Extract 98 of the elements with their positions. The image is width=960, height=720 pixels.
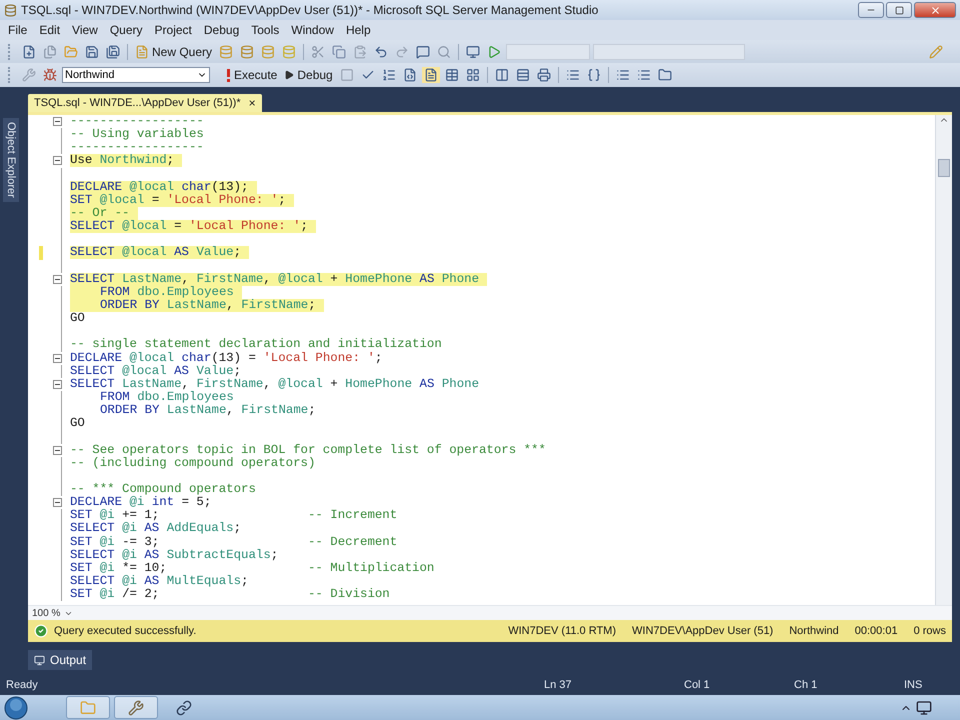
link-icon — [176, 700, 192, 716]
monitor-icon[interactable] — [466, 44, 480, 58]
collapse-icon[interactable] — [53, 498, 62, 508]
code-line: SET @i *= 10; -- Multiplication — [70, 562, 434, 575]
status-field: 00:00:01 — [854, 625, 898, 637]
status-field: WIN7DEV\AppDev User (51) — [632, 625, 774, 637]
output-tab[interactable]: Output — [28, 650, 92, 670]
collapse-icon[interactable] — [53, 354, 62, 363]
collapse-icon[interactable] — [53, 446, 62, 455]
code-line: DECLARE @i int = 5; — [70, 496, 212, 510]
scroll-thumb[interactable] — [938, 159, 950, 177]
folder-icon[interactable] — [658, 68, 672, 82]
file-code-icon[interactable] — [402, 68, 417, 82]
menu-item[interactable]: Edit — [33, 23, 66, 37]
window-title: TSQL.sql - WIN7DEV.Northwind (WIN7DEV\AppDev User (51))* - Microsoft SQL Server Management Studio — [21, 3, 600, 17]
grid-icon[interactable] — [466, 68, 480, 82]
table-icon[interactable] — [444, 68, 459, 82]
copy-icon[interactable] — [332, 44, 346, 58]
wrench-icon — [128, 700, 144, 716]
monitor-icon — [34, 654, 45, 666]
code-line: ------------------ — [70, 115, 204, 128]
menu-item[interactable]: View — [66, 23, 104, 37]
code-line: SET @i -= 3; -- Decrement — [70, 536, 398, 549]
database-dropdown[interactable]: Northwind — [62, 67, 210, 83]
tab-close-button[interactable]: × — [248, 96, 256, 110]
play-icon[interactable] — [487, 44, 502, 58]
success-icon — [34, 624, 48, 638]
vertical-scrollbar[interactable] — [935, 115, 952, 605]
code-line: DECLARE @local char(13) = 'Local Phone: '; — [70, 352, 382, 365]
status-field: Northwind — [789, 625, 839, 637]
status-field: Ch 1 — [794, 679, 904, 691]
new-file-icon[interactable] — [22, 44, 36, 58]
status-text: Ready — [6, 679, 39, 691]
code-line: SET @i /= 2; -- Division — [70, 588, 390, 602]
folder-icon — [80, 700, 96, 716]
collapse-icon[interactable] — [53, 380, 62, 389]
results-to-file-button[interactable] — [422, 67, 440, 83]
menu-item[interactable]: Help — [340, 23, 377, 37]
collapse-icon[interactable] — [53, 274, 62, 284]
execute-button[interactable]: Execute — [224, 67, 280, 83]
code-line: GO — [70, 312, 85, 326]
code-line: SELECT @i AS MultEquals; — [70, 574, 248, 588]
code-line: -- single statement declaration and initialization — [70, 338, 442, 352]
close-button[interactable] — [914, 2, 956, 18]
code-line: SELECT LastName, FirstName, @local + HomePhone AS Phone — [70, 378, 480, 391]
close-icon — [930, 4, 940, 16]
collapse-icon[interactable] — [53, 117, 62, 126]
printer-icon[interactable] — [536, 68, 551, 82]
rows-icon[interactable] — [516, 68, 530, 82]
menu-item[interactable]: Query — [104, 23, 149, 37]
document-icon — [424, 68, 438, 82]
status-field: WIN7DEV (11.0 RTM) — [508, 625, 616, 637]
columns-icon[interactable] — [494, 68, 509, 82]
bug-icon[interactable] — [43, 68, 57, 82]
maximize-button[interactable] — [886, 2, 912, 18]
code-line: SELECT @i AS AddEquals; — [70, 522, 242, 536]
play-icon — [284, 70, 294, 80]
app-icon — [4, 4, 17, 16]
debug-button[interactable]: Debug — [282, 67, 335, 83]
menu-item[interactable]: File — [2, 23, 34, 37]
status-field: INS — [904, 679, 954, 691]
menu-item[interactable]: Project — [148, 23, 198, 37]
menu-item[interactable]: Window — [285, 23, 340, 37]
new-query-button[interactable]: New Query — [133, 44, 214, 60]
start-button[interactable] — [4, 696, 28, 720]
code-line: GO — [70, 417, 85, 430]
code-line: ORDER BY LastName, FirstName; — [99, 404, 316, 418]
maximize-icon — [894, 6, 904, 14]
save-icon[interactable] — [85, 44, 99, 58]
code-line: -- See operators topic in BOL for complete list of operators *** — [70, 444, 546, 457]
braces-icon[interactable] — [586, 68, 601, 82]
minimize-button[interactable] — [858, 2, 884, 18]
network-icon — [916, 700, 932, 716]
comment-icon[interactable] — [416, 44, 430, 58]
undo-icon[interactable] — [374, 44, 388, 58]
code-line: SELECT @i AS SubtractEquals; — [70, 548, 278, 562]
collapse-icon[interactable] — [53, 156, 62, 166]
code-line: -- Using variables — [70, 128, 204, 142]
menu-item[interactable]: Debug — [198, 23, 246, 37]
document-tab[interactable]: TSQL.sql - WIN7DE...\AppDev User (51))* × — [28, 94, 262, 112]
code-line: ------------------ — [70, 141, 204, 154]
code-line: SET @i += 1; -- Increment — [70, 509, 398, 522]
status-message: Query executed successfully. — [54, 625, 198, 637]
code-line: FROM dbo.Employees — [99, 391, 234, 404]
exclamation-icon — [226, 68, 231, 82]
code-line: -- *** Compound operators — [70, 483, 256, 496]
code-line: -- (including compound operators) — [70, 456, 316, 470]
status-field: Col 1 — [684, 679, 794, 691]
status-field: Ln 37 — [544, 679, 684, 691]
document-icon — [135, 44, 149, 58]
save-all-icon[interactable] — [106, 44, 120, 58]
side-tab[interactable]: Object Explorer — [3, 118, 19, 202]
menu-item[interactable]: Tools — [245, 23, 286, 37]
code-line: SELECT @local AS Value; — [70, 364, 242, 378]
taskbar-button[interactable] — [114, 696, 158, 719]
zoom-dropdown[interactable]: 100 % — [28, 608, 64, 618]
status-field: 0 rows — [914, 625, 946, 637]
list-icon[interactable] — [566, 68, 580, 82]
